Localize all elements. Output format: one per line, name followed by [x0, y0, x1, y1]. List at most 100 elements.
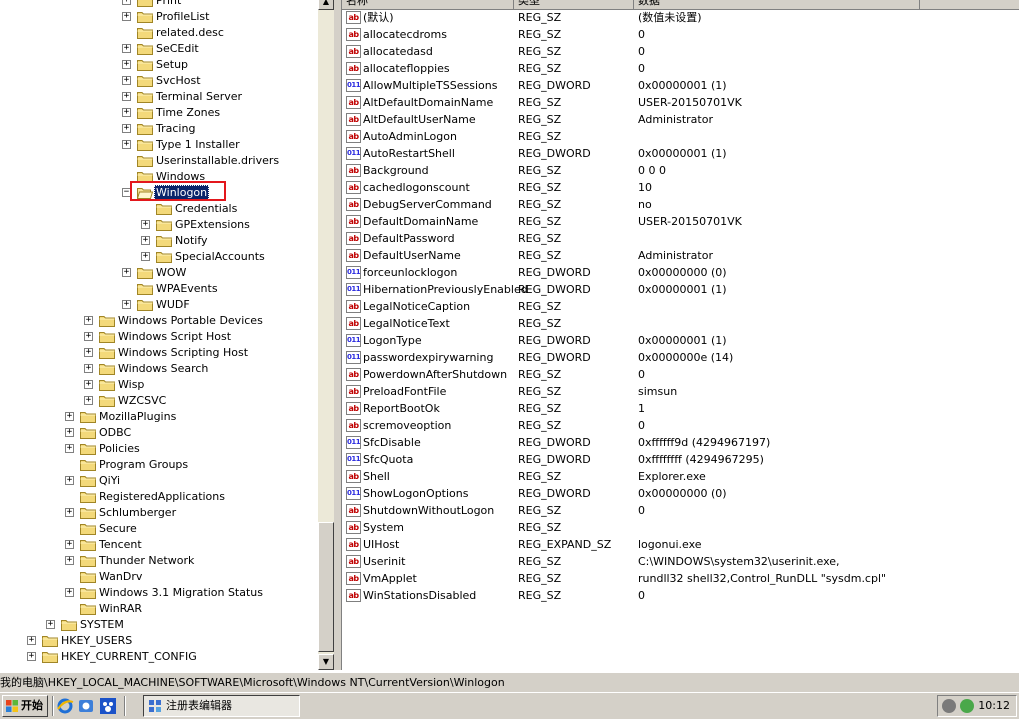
tree-node[interactable]: + Tencent	[0, 537, 318, 553]
value-row[interactable]: ab AltDefaultDomainName REG_SZ USER-2015070…	[342, 94, 1019, 111]
tree-node[interactable]: + WOW	[0, 265, 318, 281]
scroll-up-arrow-icon[interactable]: ▲	[318, 0, 334, 10]
tree-node[interactable]: RegisteredApplications	[0, 489, 318, 505]
value-row[interactable]: 011 SfcQuota REG_DWORD 0xffffffff (42949672…	[342, 451, 1019, 468]
expand-plus-icon[interactable]: +	[27, 652, 36, 661]
tree-node[interactable]: WanDrv	[0, 569, 318, 585]
tray-speaker-icon[interactable]	[942, 699, 956, 713]
expand-plus-icon[interactable]: +	[122, 0, 131, 5]
value-row[interactable]: ab DefaultUserName REG_SZ Administrator	[342, 247, 1019, 264]
pane-splitter[interactable]	[334, 0, 342, 670]
value-row[interactable]: ab DefaultDomainName REG_SZ USER-20150701VK	[342, 213, 1019, 230]
expand-plus-icon[interactable]: +	[84, 316, 93, 325]
expand-plus-icon[interactable]: +	[65, 444, 74, 453]
value-row[interactable]: 011 HibernationPreviouslyEnabled REG_DWORD…	[342, 281, 1019, 298]
tree-node[interactable]: + ProfileList	[0, 9, 318, 25]
outlook-express-icon[interactable]	[77, 697, 95, 715]
value-row[interactable]: 011 LogonType REG_DWORD 0x00000001 (1)	[342, 332, 1019, 349]
value-row[interactable]: 011 AutoRestartShell REG_DWORD 0x00000001 (…	[342, 145, 1019, 162]
tree-node[interactable]: + WUDF	[0, 297, 318, 313]
expand-plus-icon[interactable]: +	[122, 44, 131, 53]
value-row[interactable]: ab ShutdownWithoutLogon REG_SZ 0	[342, 502, 1019, 519]
tree-node[interactable]: + MozillaPlugins	[0, 409, 318, 425]
expand-plus-icon[interactable]: +	[141, 220, 150, 229]
tree-node[interactable]: + Terminal Server	[0, 89, 318, 105]
tree-node[interactable]: + Windows Portable Devices	[0, 313, 318, 329]
registry-key-tree[interactable]: + Print + ProfileList related.desc + SeCEdit + S…	[0, 0, 318, 670]
expand-plus-icon[interactable]: +	[122, 92, 131, 101]
clock[interactable]: 10:12	[978, 696, 1010, 716]
expand-plus-icon[interactable]: +	[122, 108, 131, 117]
value-row[interactable]: ab LegalNoticeText REG_SZ	[342, 315, 1019, 332]
value-row[interactable]: ab allocatefloppies REG_SZ 0	[342, 60, 1019, 77]
tree-vertical-scrollbar[interactable]: ▲ ▼	[318, 0, 334, 670]
msn-icon[interactable]	[99, 697, 117, 715]
value-row[interactable]: 011 ShowLogonOptions REG_DWORD 0x00000000 (…	[342, 485, 1019, 502]
tree-node[interactable]: + Wisp	[0, 377, 318, 393]
registry-values-list[interactable]: 名称 类型 数据 ab (默认) REG_SZ (数值未设置) ab allocatecd…	[342, 0, 1019, 670]
expand-plus-icon[interactable]: +	[122, 140, 131, 149]
expand-plus-icon[interactable]: +	[122, 12, 131, 21]
tree-node[interactable]: Program Groups	[0, 457, 318, 473]
value-row[interactable]: ab PreloadFontFile REG_SZ simsun	[342, 383, 1019, 400]
value-row[interactable]: ab (默认) REG_SZ (数值未设置)	[342, 9, 1019, 26]
tree-node[interactable]: + WZCSVC	[0, 393, 318, 409]
expand-plus-icon[interactable]: +	[122, 60, 131, 69]
value-row[interactable]: ab DebugServerCommand REG_SZ no	[342, 196, 1019, 213]
expand-plus-icon[interactable]: +	[65, 428, 74, 437]
value-row[interactable]: ab VmApplet REG_SZ rundll32 shell32,Control…	[342, 570, 1019, 587]
expand-plus-icon[interactable]: +	[84, 332, 93, 341]
value-row[interactable]: ab ReportBootOk REG_SZ 1	[342, 400, 1019, 417]
tree-node[interactable]: + Schlumberger	[0, 505, 318, 521]
value-row[interactable]: ab Background REG_SZ 0 0 0	[342, 162, 1019, 179]
expand-plus-icon[interactable]: +	[84, 396, 93, 405]
value-row[interactable]: ab AutoAdminLogon REG_SZ	[342, 128, 1019, 145]
tree-node[interactable]: + Type 1 Installer	[0, 137, 318, 153]
tree-node[interactable]: + Windows Scripting Host	[0, 345, 318, 361]
value-row[interactable]: ab Shell REG_SZ Explorer.exe	[342, 468, 1019, 485]
value-row[interactable]: ab scremoveoption REG_SZ 0	[342, 417, 1019, 434]
tray-network-icon[interactable]	[960, 699, 974, 713]
expand-plus-icon[interactable]: +	[84, 348, 93, 357]
expand-plus-icon[interactable]: +	[84, 380, 93, 389]
tree-node[interactable]: + QiYi	[0, 473, 318, 489]
tree-node[interactable]: related.desc	[0, 25, 318, 41]
tree-node[interactable]: + Policies	[0, 441, 318, 457]
expand-plus-icon[interactable]: +	[65, 540, 74, 549]
expand-plus-icon[interactable]: +	[141, 236, 150, 245]
value-row[interactable]: ab UIHost REG_EXPAND_SZ logonui.exe	[342, 536, 1019, 553]
tree-node[interactable]: + Thunder Network	[0, 553, 318, 569]
value-row[interactable]: ab allocatecdroms REG_SZ 0	[342, 26, 1019, 43]
tree-node[interactable]: + HKEY_USERS	[0, 633, 318, 649]
expand-plus-icon[interactable]: +	[122, 124, 131, 133]
tree-node[interactable]: Userinstallable.drivers	[0, 153, 318, 169]
tree-node[interactable]: + Setup	[0, 57, 318, 73]
value-row[interactable]: ab System REG_SZ	[342, 519, 1019, 536]
tree-node[interactable]: + SvcHost	[0, 73, 318, 89]
tree-node[interactable]: + Windows Script Host	[0, 329, 318, 345]
scrollbar-thumb[interactable]	[318, 522, 334, 652]
expand-plus-icon[interactable]: +	[84, 364, 93, 373]
scroll-down-arrow-icon[interactable]: ▼	[318, 654, 334, 670]
tree-node[interactable]: + HKEY_CURRENT_CONFIG	[0, 649, 318, 665]
expand-plus-icon[interactable]: +	[141, 252, 150, 261]
expand-plus-icon[interactable]: +	[122, 268, 131, 277]
expand-plus-icon[interactable]: +	[65, 412, 74, 421]
tree-node[interactable]: + Windows 3.1 Migration Status	[0, 585, 318, 601]
tree-node[interactable]: + Print	[0, 0, 318, 9]
value-row[interactable]: ab cachedlogonscount REG_SZ 10	[342, 179, 1019, 196]
ie-icon[interactable]	[56, 697, 74, 715]
value-row[interactable]: ab allocatedasd REG_SZ 0	[342, 43, 1019, 60]
expand-plus-icon[interactable]: +	[65, 508, 74, 517]
tree-node[interactable]: Secure	[0, 521, 318, 537]
value-row[interactable]: ab WinStationsDisabled REG_SZ 0	[342, 587, 1019, 604]
value-row[interactable]: ab DefaultPassword REG_SZ	[342, 230, 1019, 247]
expand-plus-icon[interactable]: +	[122, 300, 131, 309]
value-row[interactable]: ab AltDefaultUserName REG_SZ Administrator	[342, 111, 1019, 128]
expand-plus-icon[interactable]: +	[46, 620, 55, 629]
value-row[interactable]: ab PowerdownAfterShutdown REG_SZ 0	[342, 366, 1019, 383]
expand-plus-icon[interactable]: +	[65, 476, 74, 485]
start-button[interactable]: 开始	[2, 695, 48, 717]
value-row[interactable]: ab LegalNoticeCaption REG_SZ	[342, 298, 1019, 315]
expand-plus-icon[interactable]: +	[27, 636, 36, 645]
